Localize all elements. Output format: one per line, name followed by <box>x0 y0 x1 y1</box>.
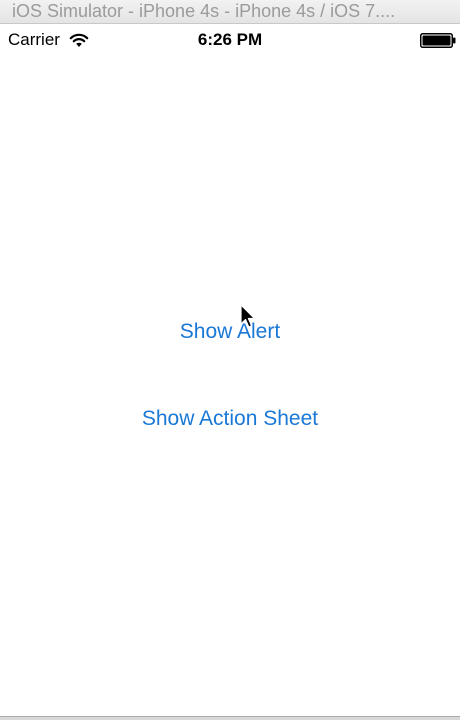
window-title: iOS Simulator - iPhone 4s - iPhone 4s / … <box>12 1 396 21</box>
simulator-bottom-edge <box>0 716 460 720</box>
show-action-sheet-button[interactable]: Show Action Sheet <box>0 406 460 432</box>
window-title-bar[interactable]: iOS Simulator - iPhone 4s - iPhone 4s / … <box>0 0 460 24</box>
status-bar: Carrier 6:26 PM <box>0 24 460 56</box>
mouse-pointer-icon <box>240 304 256 328</box>
battery-icon <box>420 33 456 48</box>
app-content: Show Alert Show Action Sheet <box>0 56 460 716</box>
simulator-window: iOS Simulator - iPhone 4s - iPhone 4s / … <box>0 0 460 720</box>
status-time: 6:26 PM <box>197 30 263 49</box>
show-alert-button[interactable]: Show Alert <box>0 319 460 345</box>
